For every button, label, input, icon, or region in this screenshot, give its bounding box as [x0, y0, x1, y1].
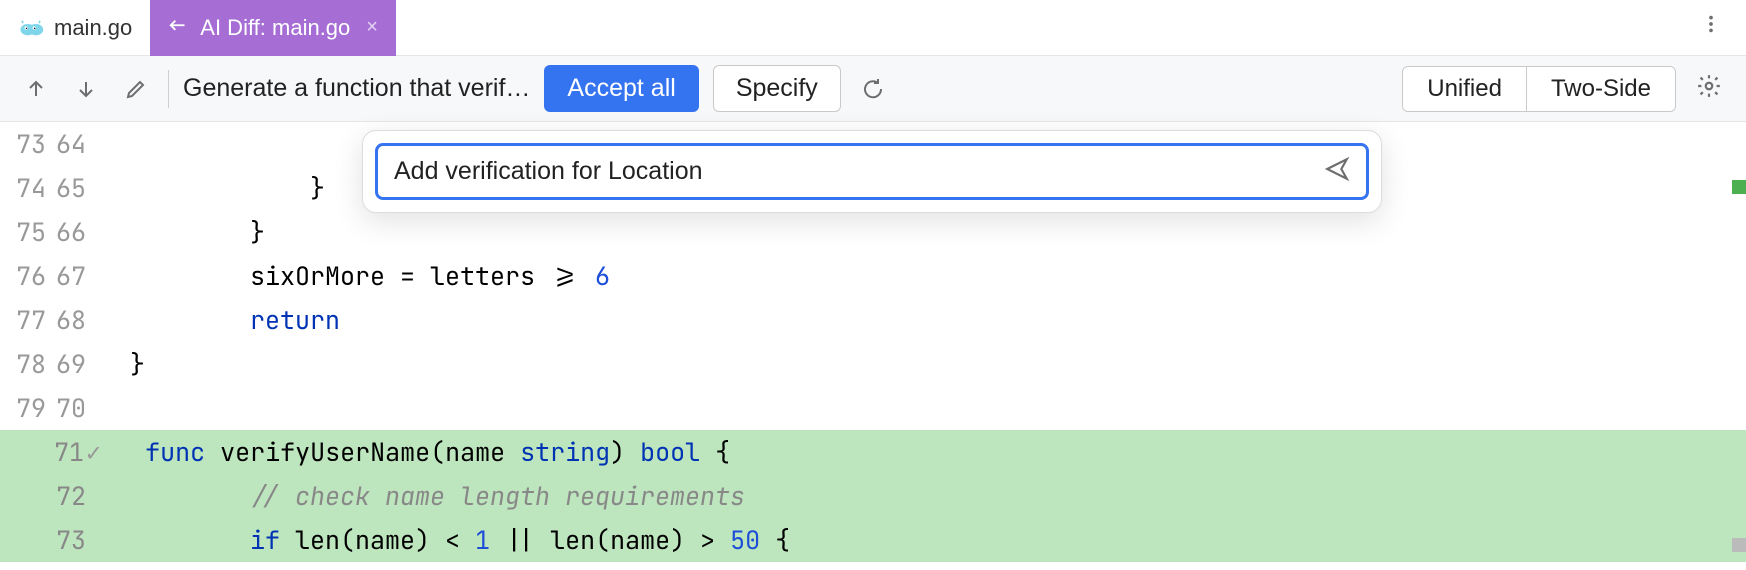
code-text: if len(name) < 1 || len(name) > 50 { [108, 518, 790, 562]
line-number-old: 77 [0, 298, 54, 342]
unified-view-button[interactable]: Unified [1403, 67, 1527, 111]
edit-icon[interactable] [118, 71, 154, 107]
code-line: 71✓func verifyUserName(name string) bool… [0, 430, 1746, 474]
code-text: } [108, 122, 385, 166]
line-number-old: 74 [0, 166, 54, 210]
code-text: } [108, 342, 145, 386]
change-marker[interactable] [1732, 180, 1746, 194]
line-number-old: 76 [0, 254, 54, 298]
ai-prompt-input[interactable] [394, 157, 1312, 186]
line-number-old: 73 [0, 122, 54, 166]
tab-bar: main.go AI Diff: main.go × [0, 0, 1746, 56]
code-line: 7667 sixOrMore = letters >= 6 [0, 254, 1746, 298]
code-text: } [108, 210, 265, 254]
line-number-old: 79 [0, 386, 54, 430]
code-text: return [108, 298, 340, 342]
line-number-new: 66 [54, 210, 108, 254]
tab-options-icon[interactable] [1676, 13, 1746, 42]
line-number-new: 64 [54, 122, 108, 166]
code-line: 7869} [0, 342, 1746, 386]
code-line: 7970 [0, 386, 1746, 430]
accept-all-button[interactable]: Accept all [544, 65, 698, 112]
code-line: 72 // check name length requirements [0, 474, 1746, 518]
code-text: func verifyUserName(name string) bool { [123, 430, 730, 474]
tab-label: main.go [54, 15, 132, 41]
code-text: } [108, 166, 325, 210]
divider [168, 70, 169, 108]
diff-toolbar: Generate a function that verif… Accept a… [0, 56, 1746, 122]
code-text: // check name length requirements [108, 474, 745, 518]
diff-icon [168, 17, 190, 39]
line-number-old: 75 [0, 210, 54, 254]
close-icon[interactable]: × [366, 16, 378, 39]
code-text: sixOrMore = letters >= 6 [108, 254, 610, 298]
go-file-icon [18, 15, 44, 41]
line-number-old: 78 [0, 342, 54, 386]
line-number-new: 73 [54, 518, 108, 562]
ai-prompt-summary: Generate a function that verif… [183, 74, 530, 103]
tab-ai-diff[interactable]: AI Diff: main.go × [150, 0, 396, 56]
ai-input-container [375, 143, 1369, 200]
line-number-new: 71✓ [54, 430, 123, 474]
line-number-new: 69 [54, 342, 108, 386]
send-icon[interactable] [1324, 156, 1350, 187]
view-mode-toggle: Unified Two-Side [1402, 66, 1676, 112]
settings-icon[interactable] [1690, 73, 1728, 104]
refresh-icon[interactable] [855, 71, 891, 107]
change-marker[interactable] [1732, 538, 1746, 552]
twoside-view-button[interactable]: Two-Side [1527, 67, 1675, 111]
prev-change-button[interactable] [18, 71, 54, 107]
tab-label: AI Diff: main.go [200, 15, 350, 41]
line-number-new: 70 [54, 386, 108, 430]
ai-specify-popup [362, 130, 1382, 213]
line-number-new: 67 [54, 254, 108, 298]
line-number-new: 65 [54, 166, 108, 210]
code-line: 7566 } [0, 210, 1746, 254]
specify-button[interactable]: Specify [713, 65, 841, 112]
tab-main-go[interactable]: main.go [0, 0, 150, 56]
next-change-button[interactable] [68, 71, 104, 107]
code-line: 73 if len(name) < 1 || len(name) > 50 { [0, 518, 1746, 562]
line-number-new: 72 [54, 474, 108, 518]
line-number-new: 68 [54, 298, 108, 342]
code-line: 7768 return [0, 298, 1746, 342]
